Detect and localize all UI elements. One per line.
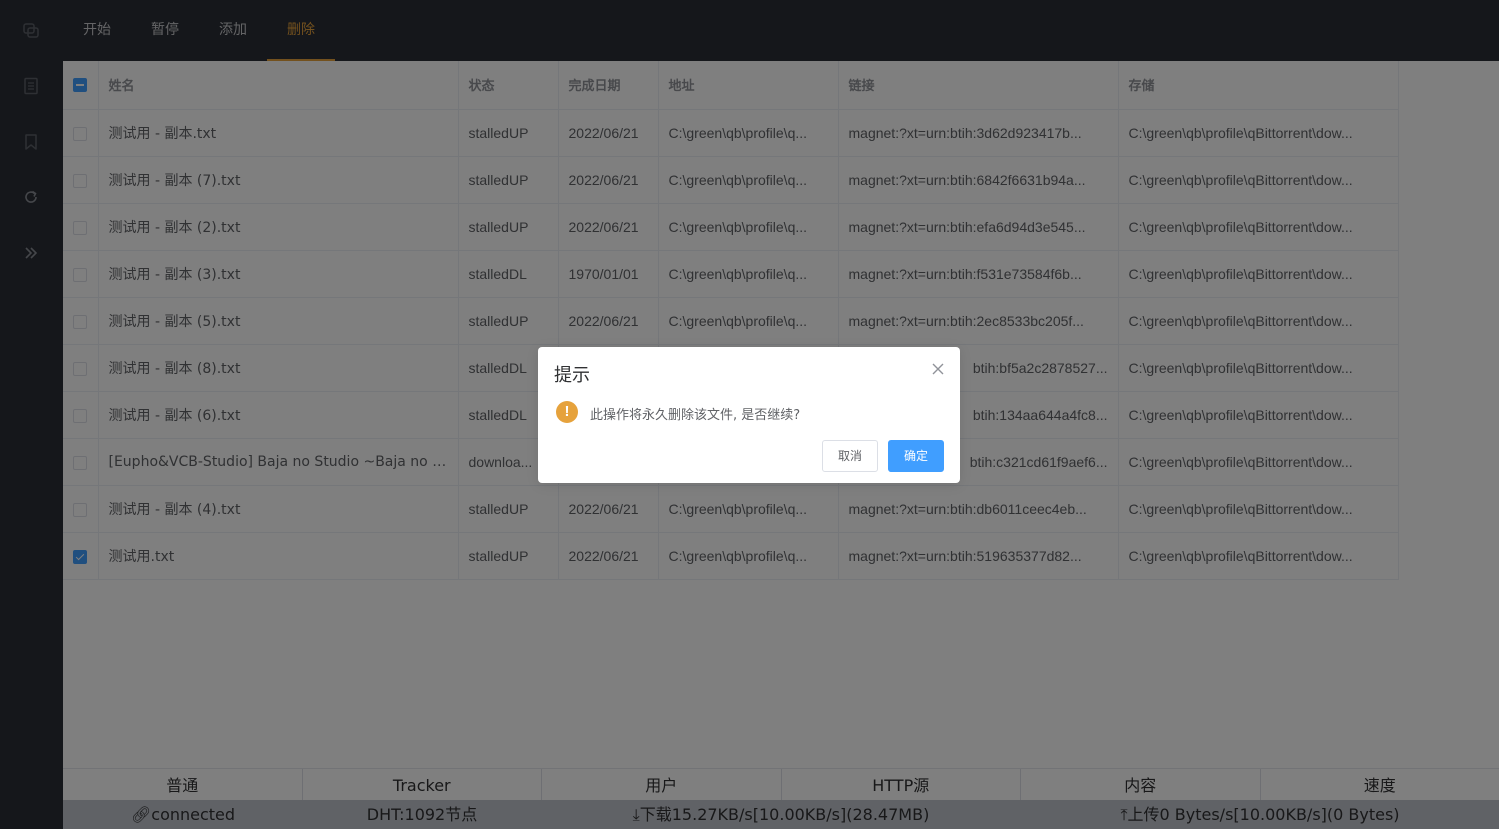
confirm-dialog: 提示 ! 此操作将永久删除该文件, 是否继续? 取消 确定 (538, 347, 960, 483)
cancel-button[interactable]: 取消 (822, 440, 878, 472)
close-icon[interactable] (930, 361, 946, 377)
warning-icon: ! (556, 401, 578, 423)
dialog-title: 提示 (554, 365, 590, 386)
confirm-button[interactable]: 确定 (888, 440, 944, 472)
app-root: 开始 暂停 添加 删除 姓名 状态 完成日期 地址 (0, 0, 1499, 829)
dialog-message: 此操作将永久删除该文件, 是否继续? (590, 408, 801, 423)
